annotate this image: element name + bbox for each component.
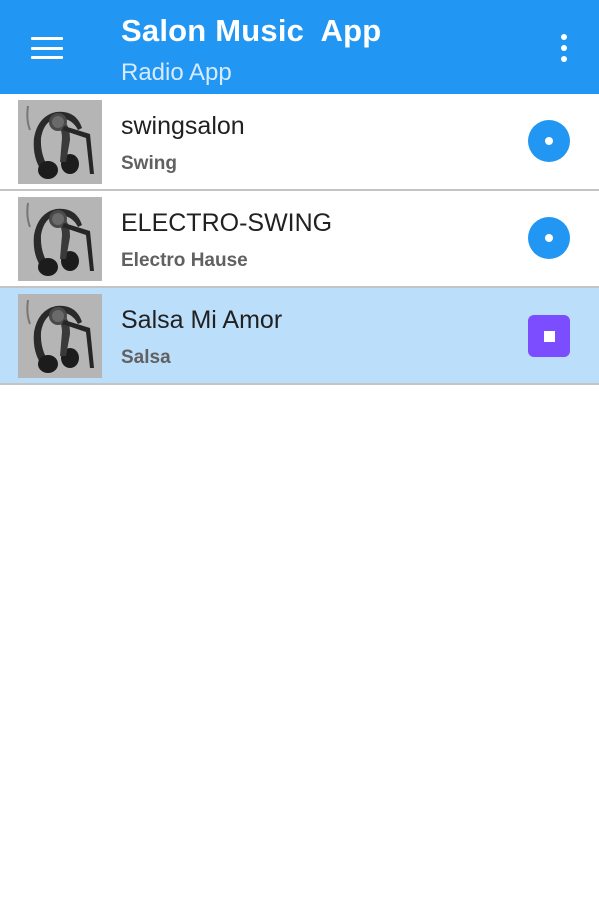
station-genre: Salsa: [121, 347, 171, 368]
menu-icon: [31, 37, 63, 59]
stop-button[interactable]: [528, 315, 570, 357]
app-bar: Salon Music App Radio App: [0, 0, 599, 94]
play-circle-icon: [545, 137, 553, 145]
headphones-microphone-image: [18, 294, 102, 378]
play-circle-icon: [545, 234, 553, 242]
station-row-electro-swing[interactable]: ELECTRO-SWING Electro Hause: [0, 191, 599, 288]
station-name: swingsalon: [121, 112, 245, 140]
station-genre: Swing: [121, 153, 177, 174]
station-name: ELECTRO-SWING: [121, 209, 333, 237]
headphones-microphone-image: [18, 100, 102, 184]
play-button[interactable]: [528, 217, 570, 259]
play-button[interactable]: [528, 120, 570, 162]
overflow-menu-button[interactable]: [549, 26, 579, 70]
station-row-salsa-mi-amor[interactable]: Salsa Mi Amor Salsa: [0, 288, 599, 385]
station-name: Salsa Mi Amor: [121, 306, 283, 334]
station-thumbnail: [18, 197, 102, 281]
app-screen: Salon Music App Radio App swingsalon Swi…: [0, 0, 599, 900]
station-thumbnail: [18, 294, 102, 378]
station-row-swingsalon[interactable]: swingsalon Swing: [0, 94, 599, 191]
headphones-microphone-image: [18, 197, 102, 281]
stop-icon: [543, 330, 555, 342]
station-genre: Electro Hause: [121, 250, 248, 271]
more-vert-icon: [561, 34, 567, 62]
app-title: Salon Music App: [121, 13, 382, 48]
app-subtitle: Radio App: [121, 59, 232, 86]
menu-button[interactable]: [20, 24, 74, 72]
station-thumbnail: [18, 100, 102, 184]
station-list: swingsalon Swing ELECTRO-SWING Electro H…: [0, 94, 599, 385]
